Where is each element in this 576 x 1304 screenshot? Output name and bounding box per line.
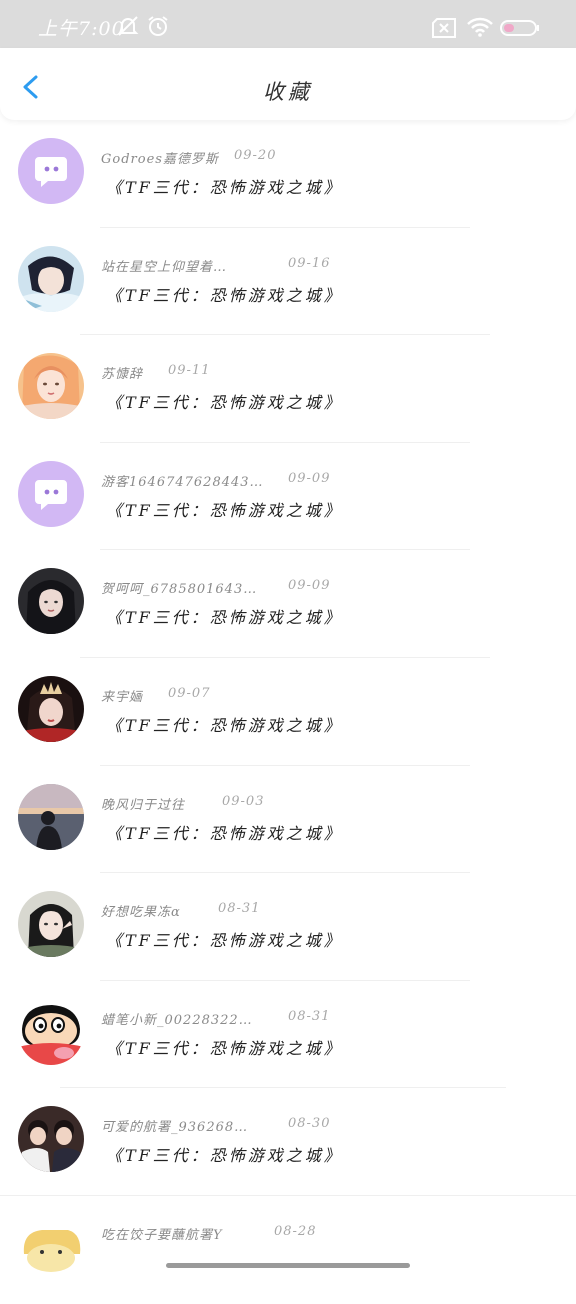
avatar[interactable] [18,783,84,850]
avatar-image [18,998,84,1065]
avatar-image [18,568,84,635]
avatar[interactable] [18,998,84,1065]
avatar[interactable] [18,353,84,420]
app-header: 收藏 [0,48,576,120]
date-label: 09-11 [168,363,211,379]
battery-icon [500,20,539,36]
avatar-image [18,1106,84,1173]
date-label: 08-28 [274,1223,317,1239]
favorite-title[interactable]: 《TF三代：恐怖游戏之城》 [106,389,343,413]
date-label: 08-30 [288,1116,331,1132]
avatar-image [18,1213,84,1280]
wifi-icon [467,17,493,37]
avatar[interactable] [18,891,84,958]
list-item[interactable]: 游客1646747628443… 09-09 《TF三代：恐怖游戏之城》 [0,443,576,551]
username[interactable]: 吃在饺子要蘸航署Y [101,1224,223,1243]
avatar-image [18,783,84,850]
username[interactable]: 好想吃果冻α [101,901,181,920]
list-item[interactable]: 来宇婳 09-07 《TF三代：恐怖游戏之城》 [0,658,576,766]
list-item[interactable]: 吃在饺子要蘸航署Y 08-28 [0,1196,576,1304]
favorite-title[interactable]: 《TF三代：恐怖游戏之城》 [106,820,343,844]
avatar[interactable] [18,245,84,312]
avatar[interactable] [18,568,84,635]
username[interactable]: 晚风归于过往 [101,794,185,813]
favorite-title[interactable]: 《TF三代：恐怖游戏之城》 [106,927,343,951]
date-label: 09-03 [222,793,265,809]
username[interactable]: Godroes嘉德罗斯 [101,148,219,167]
username[interactable]: 蜡笔小新_00228322… [101,1009,253,1028]
date-label: 08-31 [218,901,261,917]
list-item[interactable]: 可爱的航署_936268… 08-30 《TF三代：恐怖游戏之城》 [0,1088,576,1196]
username[interactable]: 站在星空上仰望着… [101,256,227,275]
list-item[interactable]: 晚风归于过往 09-03 《TF三代：恐怖游戏之城》 [0,766,576,874]
favorite-title[interactable]: 《TF三代：恐怖游戏之城》 [106,604,343,628]
chat-bubble-icon [18,460,84,527]
status-bar: 上午7:00 [0,0,576,48]
username[interactable]: 贺呵呵_6785801643… [101,578,257,597]
home-indicator[interactable] [166,1263,410,1268]
avatar[interactable] [18,460,84,527]
avatar[interactable] [18,138,84,204]
favorites-list: Godroes嘉德罗斯 09-20 《TF三代：恐怖游戏之城》 站在星空上仰望着… [0,120,576,1304]
username[interactable]: 苏慷辞 [101,363,143,382]
date-label: 09-09 [288,578,331,594]
chat-bubble-icon [18,138,84,204]
avatar-image [18,675,84,742]
username[interactable]: 游客1646747628443… [101,471,264,490]
avatar[interactable] [18,1213,84,1280]
avatar-image [18,245,84,312]
page-title: 收藏 [263,80,313,104]
username[interactable]: 来宇婳 [101,686,143,705]
favorite-title[interactable]: 《TF三代：恐怖游戏之城》 [106,497,343,521]
list-item[interactable]: 站在星空上仰望着… 09-16 《TF三代：恐怖游戏之城》 [0,228,576,336]
bell-off-icon [117,16,139,36]
avatar[interactable] [18,675,84,742]
avatar-image [18,353,84,420]
favorite-title[interactable]: 《TF三代：恐怖游戏之城》 [106,174,343,198]
alarm-icon [148,16,168,36]
date-label: 09-07 [168,685,211,701]
list-item[interactable]: Godroes嘉德罗斯 09-20 《TF三代：恐怖游戏之城》 [0,120,576,228]
list-item[interactable]: 苏慷辞 09-11 《TF三代：恐怖游戏之城》 [0,335,576,443]
favorite-title[interactable]: 《TF三代：恐怖游戏之城》 [106,1035,343,1059]
list-item[interactable]: 蜡笔小新_00228322… 08-31 《TF三代：恐怖游戏之城》 [0,981,576,1089]
favorite-title[interactable]: 《TF三代：恐怖游戏之城》 [106,712,343,736]
sim-error-icon [432,18,456,38]
date-label: 08-31 [288,1008,331,1024]
date-label: 09-09 [288,470,331,486]
list-item[interactable]: 好想吃果冻α 08-31 《TF三代：恐怖游戏之城》 [0,873,576,981]
favorite-title[interactable]: 《TF三代：恐怖游戏之城》 [106,1142,343,1166]
avatar-image [18,891,84,958]
list-item[interactable]: 贺呵呵_6785801643… 09-09 《TF三代：恐怖游戏之城》 [0,550,576,658]
avatar[interactable] [18,1106,84,1173]
username[interactable]: 可爱的航署_936268… [101,1116,248,1135]
favorite-title[interactable]: 《TF三代：恐怖游戏之城》 [106,282,343,306]
date-label: 09-20 [234,148,277,163]
date-label: 09-16 [288,255,331,271]
status-time: 上午7:00 [38,18,125,40]
